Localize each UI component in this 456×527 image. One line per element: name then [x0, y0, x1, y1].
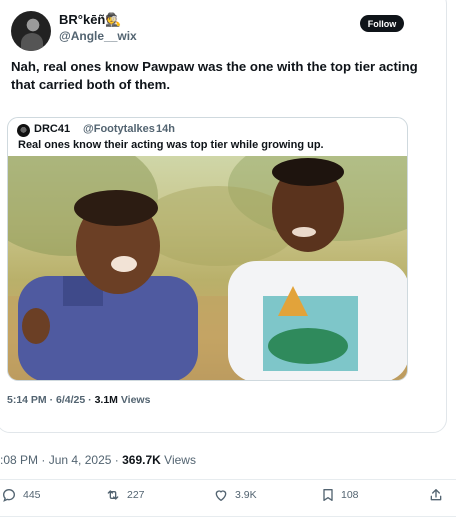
quoted-author-avatar[interactable]	[17, 124, 30, 137]
quoted-photo[interactable]	[8, 156, 407, 380]
share-button[interactable]	[428, 487, 444, 503]
bookmark-icon	[323, 489, 333, 501]
follow-button[interactable]: Follow	[360, 15, 404, 32]
photo-illustration	[8, 156, 407, 380]
divider	[0, 516, 456, 517]
repost-button[interactable]: 227	[104, 487, 145, 503]
bookmark-count: 108	[341, 489, 359, 501]
inner-meta-dot: ·	[88, 394, 92, 406]
inner-post-time[interactable]: 5:14 PM	[7, 394, 47, 406]
inner-post-date[interactable]: 6/4/25	[56, 394, 85, 406]
views-count: 369.7K	[122, 453, 161, 467]
post-date[interactable]: Jun 4, 2025	[49, 453, 112, 467]
quoted-author-handle[interactable]: @Footytalkes	[83, 123, 155, 135]
quoted-author-name[interactable]: DRC41	[34, 123, 70, 135]
post-time[interactable]: :08 PM	[0, 453, 38, 467]
tweet-card: BR°kēñ🕵️ @Angle__wix Follow Nah, real on…	[0, 0, 447, 433]
post-meta: :08 PM · Jun 4, 2025 · 369.7K Views	[0, 453, 196, 467]
reply-button[interactable]: 445	[0, 487, 41, 503]
inner-post-meta: 5:14 PM · 6/4/25 · 3.1M Views	[7, 394, 150, 406]
like-count: 3.9K	[235, 489, 257, 501]
author-handle[interactable]: @Angle__wix	[59, 29, 137, 43]
reply-count: 445	[23, 489, 41, 501]
heart-icon	[215, 490, 227, 501]
like-button[interactable]: 3.9K	[212, 487, 257, 503]
action-bar: 445 227 3.9K 108	[0, 487, 456, 511]
quoted-separator: ·	[149, 123, 153, 135]
divider	[0, 479, 456, 480]
tweet-text: Nah, real ones know Pawpaw was the one w…	[11, 59, 418, 92]
views-label: Views	[164, 453, 196, 467]
inner-views-count: 3.1M	[94, 394, 118, 406]
quoted-time[interactable]: 14h	[156, 123, 175, 135]
author-avatar[interactable]	[11, 11, 51, 51]
quoted-text: Real ones know their acting was top tier…	[18, 139, 324, 151]
inner-meta-dot: ·	[49, 394, 54, 406]
repost-icon	[107, 490, 119, 500]
post-meta-dot: ·	[41, 453, 46, 467]
bookmark-button[interactable]: 108	[320, 487, 359, 503]
repost-count: 227	[127, 489, 145, 501]
post-meta-dot: ·	[114, 453, 119, 467]
inner-views-label: Views	[120, 394, 151, 406]
share-icon	[430, 489, 442, 501]
quoted-tweet[interactable]: DRC41 @Footytalkes · 14h Real ones know …	[7, 117, 408, 381]
reply-icon	[2, 488, 16, 502]
author-display-name[interactable]: BR°kēñ🕵️	[59, 12, 122, 28]
